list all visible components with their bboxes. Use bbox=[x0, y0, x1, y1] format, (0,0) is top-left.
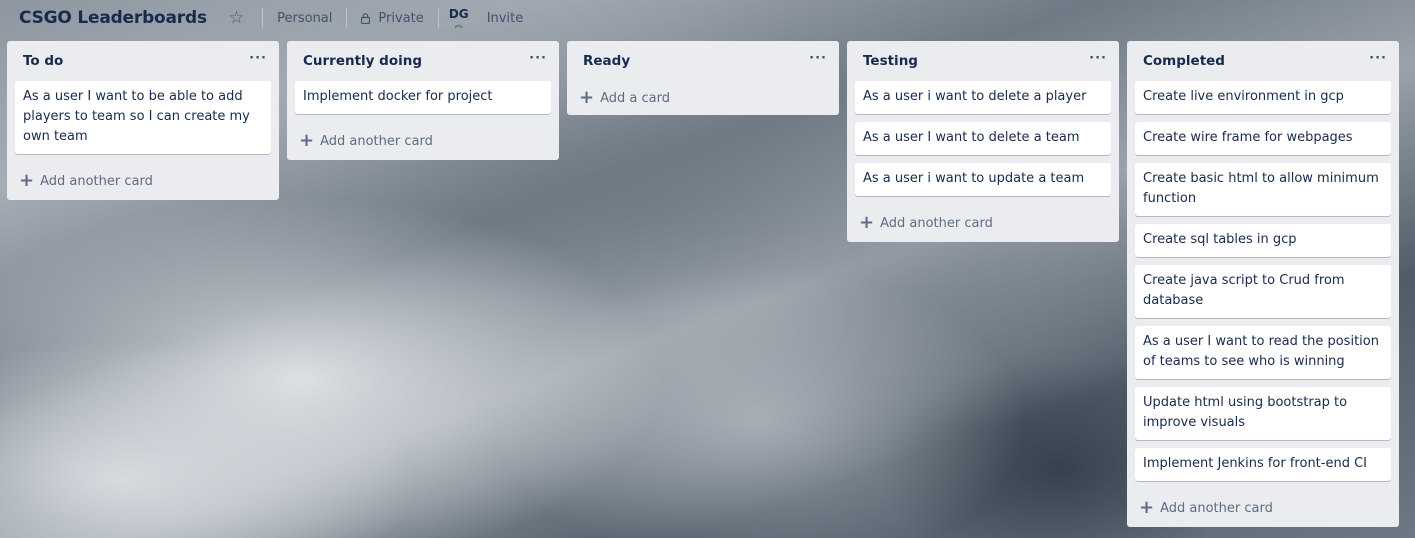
list-menu-icon[interactable]: ··· bbox=[249, 51, 267, 66]
add-card-label: Add another card bbox=[320, 133, 433, 149]
card[interactable]: Create sql tables in gcp bbox=[1135, 224, 1391, 257]
list-header: Ready ··· bbox=[567, 41, 839, 81]
lock-icon bbox=[361, 12, 371, 24]
star-icon[interactable]: ☆ bbox=[229, 9, 244, 27]
team-visibility-button[interactable]: Personal bbox=[271, 7, 338, 30]
add-card-button[interactable]: + Add another card bbox=[847, 204, 1119, 242]
list-title[interactable]: Completed bbox=[1143, 53, 1225, 69]
list-menu-icon[interactable]: ··· bbox=[809, 51, 827, 66]
card[interactable]: As a user I want to read the position of… bbox=[1135, 326, 1391, 379]
list-title[interactable]: Ready bbox=[583, 53, 630, 69]
card[interactable]: Create wire frame for webpages bbox=[1135, 122, 1391, 155]
add-card-label: Add another card bbox=[880, 215, 993, 231]
plus-icon: + bbox=[19, 170, 35, 191]
list-menu-icon[interactable]: ··· bbox=[529, 51, 547, 66]
chevron-up-icon: ︽ bbox=[454, 19, 463, 29]
list-title[interactable]: Currently doing bbox=[303, 53, 422, 69]
add-card-button[interactable]: + Add a card bbox=[567, 81, 839, 115]
board-title[interactable]: CSGO Leaderboards bbox=[19, 8, 207, 28]
list-title[interactable]: Testing bbox=[863, 53, 918, 69]
card[interactable]: Create live environment in gcp bbox=[1135, 81, 1391, 114]
list-header: Completed ··· bbox=[1127, 41, 1399, 81]
avatar[interactable]: DG ︽ bbox=[447, 6, 471, 30]
list-title[interactable]: To do bbox=[23, 53, 63, 69]
list-to-do: To do ··· As a user I want to be able to… bbox=[7, 41, 279, 200]
card-list: Create live environment in gcp Create wi… bbox=[1127, 81, 1399, 481]
plus-icon: + bbox=[299, 130, 315, 151]
card[interactable]: Create basic html to allow minimum funct… bbox=[1135, 163, 1391, 216]
add-card-label: Add another card bbox=[1160, 500, 1273, 516]
card[interactable]: Implement docker for project bbox=[295, 81, 551, 114]
plus-icon: + bbox=[1139, 497, 1155, 518]
board-header: CSGO Leaderboards ☆ Personal Private DG … bbox=[0, 0, 1415, 36]
card[interactable]: Update html using bootstrap to improve v… bbox=[1135, 387, 1391, 440]
list-currently-doing: Currently doing ··· Implement docker for… bbox=[287, 41, 559, 160]
plus-icon: + bbox=[579, 87, 595, 108]
list-menu-icon[interactable]: ··· bbox=[1089, 51, 1107, 66]
card-list: Implement docker for project bbox=[287, 81, 559, 114]
add-card-button[interactable]: + Add another card bbox=[287, 122, 559, 160]
add-card-button[interactable]: + Add another card bbox=[1127, 489, 1399, 527]
card-list: As a user I want to be able to add playe… bbox=[7, 81, 279, 154]
list-completed: Completed ··· Create live environment in… bbox=[1127, 41, 1399, 527]
header-divider bbox=[437, 8, 439, 28]
plus-icon: + bbox=[859, 212, 875, 233]
header-divider bbox=[262, 8, 264, 28]
card[interactable]: As a user i want to update a team bbox=[855, 163, 1111, 196]
board-visibility-button[interactable]: Private bbox=[355, 7, 429, 30]
card-list: As a user i want to delete a player As a… bbox=[847, 81, 1119, 196]
invite-button[interactable]: Invite bbox=[481, 7, 529, 30]
list-testing: Testing ··· As a user i want to delete a… bbox=[847, 41, 1119, 242]
card[interactable]: Implement Jenkins for front-end CI bbox=[1135, 448, 1391, 481]
list-header: To do ··· bbox=[7, 41, 279, 81]
avatar-initials: DG bbox=[448, 6, 469, 21]
board-visibility-label: Private bbox=[378, 10, 424, 26]
list-header: Testing ··· bbox=[847, 41, 1119, 81]
list-ready: Ready ··· + Add a card bbox=[567, 41, 839, 115]
add-card-label: Add another card bbox=[40, 173, 153, 189]
list-menu-icon[interactable]: ··· bbox=[1369, 51, 1387, 66]
list-header: Currently doing ··· bbox=[287, 41, 559, 81]
card[interactable]: As a user i want to delete a player bbox=[855, 81, 1111, 114]
add-card-label: Add a card bbox=[600, 90, 670, 106]
card[interactable]: As a user I want to be able to add playe… bbox=[15, 81, 271, 154]
header-divider bbox=[346, 8, 348, 28]
card[interactable]: Create java script to Crud from database bbox=[1135, 265, 1391, 318]
card[interactable]: As a user I want to delete a team bbox=[855, 122, 1111, 155]
add-card-button[interactable]: + Add another card bbox=[7, 162, 279, 200]
